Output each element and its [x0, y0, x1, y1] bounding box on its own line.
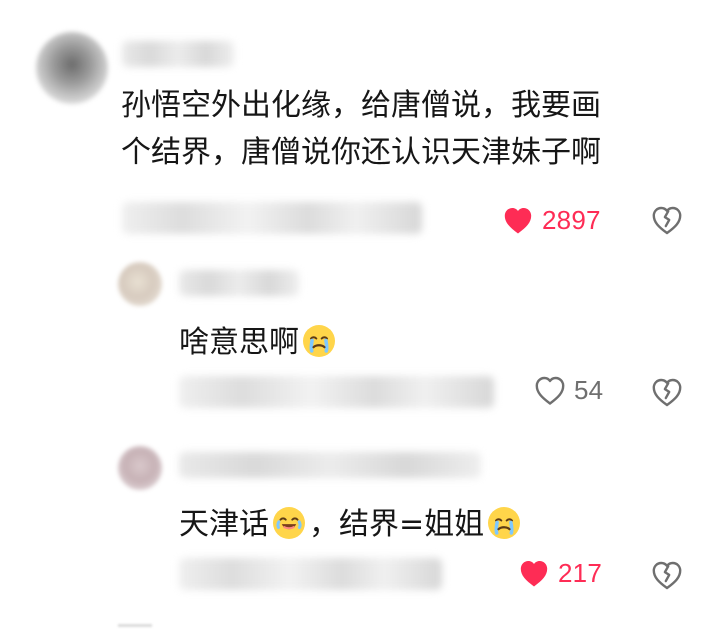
reply-1-text-line: 啥意思啊	[179, 323, 339, 359]
main-like-control[interactable]: 2897	[502, 205, 601, 235]
main-author-avatar[interactable]	[36, 32, 108, 104]
heart-outline-icon	[535, 376, 565, 405]
reply-2-dislike-button[interactable]	[650, 557, 684, 591]
heart-filled-icon	[520, 561, 548, 587]
reply-1-author-name-redacted[interactable]	[179, 270, 299, 296]
reply-2-text-end: ，结界=姐姐	[309, 507, 485, 542]
reply-2-text-line: 天津话 ，结界=姐姐	[179, 505, 524, 541]
reply-1-meta-redacted[interactable]	[179, 376, 494, 408]
main-like-count: 2897	[542, 205, 601, 235]
comment-thread: 孙悟空外出化缘，给唐僧说，我要画 个结界，唐僧说你还认识天津妹子啊 2897 啥…	[0, 0, 720, 631]
broken-heart-icon	[652, 206, 682, 235]
heart-filled-icon	[504, 208, 532, 234]
crying-face-emoji	[301, 323, 337, 359]
main-comment-meta-redacted[interactable]	[122, 202, 422, 234]
reply-2-like-count: 217	[558, 558, 602, 588]
main-comment-text: 孙悟空外出化缘，给唐僧说，我要画 个结界，唐僧说你还认识天津妹子啊	[121, 88, 601, 171]
reply-1-like-control[interactable]: 54	[534, 375, 603, 405]
reply-2-author-name-redacted[interactable]	[179, 452, 481, 478]
reply-1-like-count: 54	[574, 375, 604, 405]
reply-1-text: 啥意思啊	[179, 325, 299, 360]
reply-2-like-control[interactable]: 217	[518, 558, 602, 588]
main-dislike-button[interactable]	[650, 202, 684, 236]
reply-2-text-start: 天津话	[179, 507, 269, 542]
reply-1-author-avatar[interactable]	[118, 262, 162, 306]
broken-heart-icon	[652, 378, 682, 407]
laughing-tears-emoji	[271, 505, 307, 541]
reply-1-dislike-button[interactable]	[650, 374, 684, 408]
crying-face-emoji	[486, 505, 522, 541]
next-item-peek	[118, 624, 152, 627]
main-author-name-redacted[interactable]	[122, 41, 234, 67]
reply-2-author-avatar[interactable]	[118, 446, 162, 490]
broken-heart-icon	[652, 561, 682, 590]
reply-2-meta-redacted[interactable]	[179, 558, 442, 590]
